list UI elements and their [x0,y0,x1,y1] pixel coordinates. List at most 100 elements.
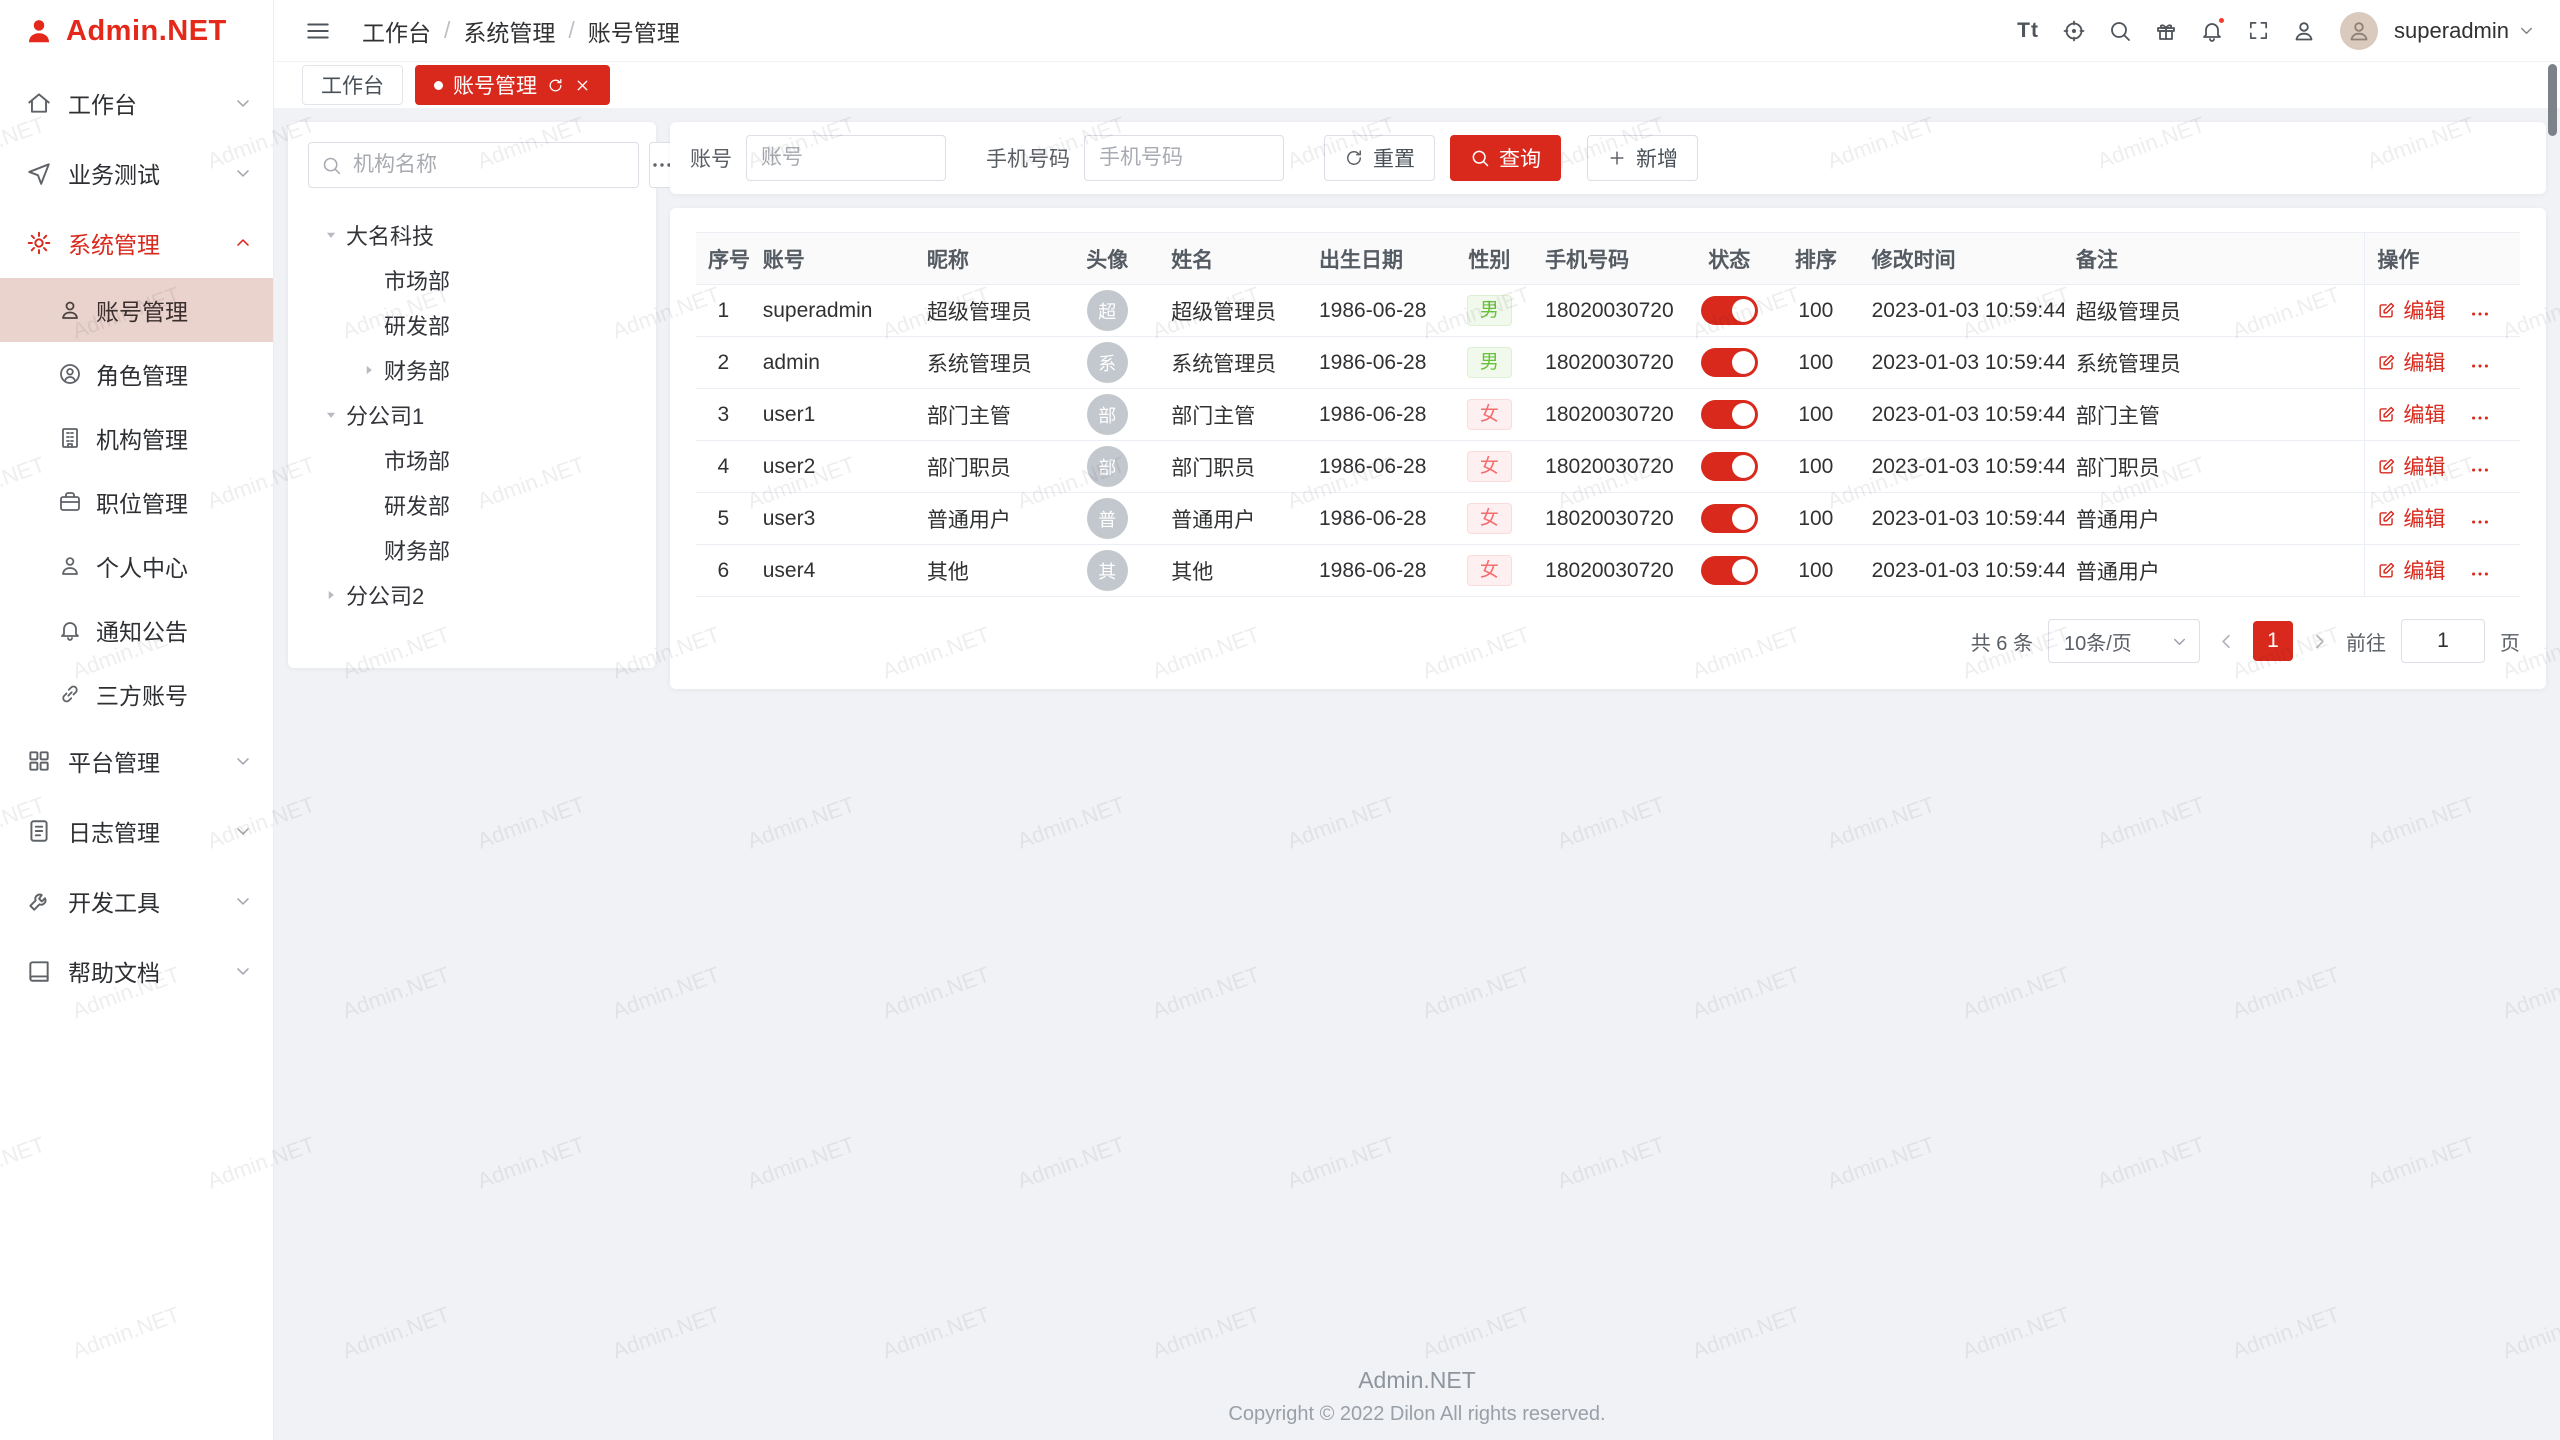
tree-node[interactable]: 财务部 [308,347,636,392]
search-button[interactable]: 查询 [1450,135,1561,181]
search-label: 查询 [1499,143,1541,173]
sidebar-item-third-account[interactable]: 三方账号 [0,662,273,726]
edit-button[interactable]: 编辑 [2377,399,2445,429]
search-icon[interactable] [2100,11,2140,51]
breadcrumb-item[interactable]: 账号管理 [588,14,680,48]
tree-node[interactable]: 市场部 [308,437,636,482]
caret-down-icon[interactable] [316,406,346,424]
chevron-down-icon[interactable] [2517,21,2536,40]
breadcrumb-item[interactable]: 工作台 [362,14,431,48]
more-actions-icon[interactable] [2469,303,2491,325]
breadcrumb-item[interactable]: 系统管理 [463,14,555,48]
theme-icon[interactable] [2146,11,2186,51]
sidebar-item-workbench[interactable]: 工作台 [0,68,273,138]
sidebar-item-business-test[interactable]: 业务测试 [0,138,273,208]
caret-down-icon[interactable] [316,226,346,244]
fullscreen-icon[interactable] [2238,11,2278,51]
status-toggle[interactable] [1701,348,1758,377]
bell-icon [58,618,82,642]
edit-button[interactable]: 编辑 [2377,295,2445,325]
cell-order: 100 [1772,285,1860,337]
sidebar-item-label: 角色管理 [96,357,188,391]
cell-remark: 超级管理员 [2064,285,2365,337]
bell-icon[interactable] [2192,11,2232,51]
more-actions-icon[interactable] [2469,355,2491,377]
tree-node[interactable]: 大名科技 [308,212,636,257]
sidebar-item-notice[interactable]: 通知公告 [0,598,273,662]
menu-collapse-icon[interactable] [298,11,338,51]
status-toggle[interactable] [1701,296,1758,325]
text-size-icon[interactable]: Tt [2008,11,2048,51]
sidebar-item-position-manage[interactable]: 职位管理 [0,470,273,534]
user-icon[interactable] [2284,11,2324,51]
edit-button[interactable]: 编辑 [2377,347,2445,377]
next-page-icon[interactable] [2308,630,2331,653]
account-input[interactable] [746,135,946,181]
home-icon [26,90,52,116]
sidebar-item-help-docs[interactable]: 帮助文档 [0,936,273,1006]
add-button[interactable]: 新增 [1587,135,1698,181]
tree-node[interactable]: 市场部 [308,257,636,302]
sidebar-item-role-manage[interactable]: 角色管理 [0,342,273,406]
cell-birth: 1986-06-28 [1307,285,1446,337]
avatar-char: 普 [1098,506,1116,532]
status-toggle[interactable] [1701,400,1758,429]
tree-node[interactable]: 财务部 [308,527,636,572]
user-avatar[interactable] [2340,12,2378,50]
more-actions-icon[interactable] [2469,511,2491,533]
chevron-down-icon [233,821,253,841]
page-number-button[interactable]: 1 [2253,621,2293,661]
tree-node[interactable]: 分公司2 [308,572,636,617]
dots-icon [2469,511,2491,533]
sidebar-item-account-manage[interactable]: 账号管理 [0,278,273,342]
sidebar-item-org-manage[interactable]: 机构管理 [0,406,273,470]
cell-index: 2 [696,337,751,389]
gear-icon [26,230,52,256]
edit-label: 编辑 [2403,555,2445,585]
tree-node[interactable]: 研发部 [308,302,636,347]
more-actions-icon[interactable] [2469,407,2491,429]
page-footer: Admin.NET Copyright © 2022 Dilon All rig… [274,1367,2560,1426]
sidebar-item-log-manage[interactable]: 日志管理 [0,796,273,866]
tree-node[interactable]: 研发部 [308,482,636,527]
status-toggle[interactable] [1701,504,1758,533]
prev-page-icon[interactable] [2215,630,2238,653]
edit-button[interactable]: 编辑 [2377,503,2445,533]
cell-nickname: 部门职员 [915,441,1055,493]
locate-icon[interactable] [2054,11,2094,51]
more-actions-icon[interactable] [2469,459,2491,481]
username[interactable]: superadmin [2394,18,2509,44]
sidebar-item-personal-center[interactable]: 个人中心 [0,534,273,598]
phone-input[interactable] [1084,135,1284,181]
scrollbar-thumb[interactable] [2548,64,2557,136]
chevron-down-icon [2517,21,2536,40]
cell-birth: 1986-06-28 [1307,389,1446,441]
sidebar-item-dev-tools[interactable]: 开发工具 [0,866,273,936]
edit-button[interactable]: 编辑 [2377,451,2445,481]
org-search-input[interactable] [351,152,626,178]
tree-node[interactable]: 分公司1 [308,392,636,437]
status-toggle[interactable] [1701,556,1758,585]
edit-button[interactable]: 编辑 [2377,555,2445,585]
sidebar-item-system-manage[interactable]: 系统管理 [0,208,273,278]
cell-modified: 2023-01-03 10:59:44 [1860,545,2064,597]
table-row: 4user2部门职员部部门职员1986-06-28女18020030720100… [696,441,2520,493]
goto-page-input[interactable] [2401,619,2485,663]
column-header: 姓名 [1159,233,1307,285]
tab-workbench[interactable]: 工作台 [302,65,403,105]
gender-badge: 女 [1467,503,1512,535]
tab-account-manage[interactable]: 账号管理 [415,65,610,105]
reset-button[interactable]: 重置 [1324,135,1435,181]
status-toggle[interactable] [1701,452,1758,481]
page-size-select[interactable]: 10条/页 [2048,619,2200,663]
sidebar-item-platform-manage[interactable]: 平台管理 [0,726,273,796]
app-logo[interactable]: Admin.NET [0,0,273,62]
caret-right-icon[interactable] [316,586,346,604]
caret-right-icon[interactable] [354,361,384,379]
log-icon [26,818,52,844]
more-actions-icon[interactable] [2469,563,2491,585]
column-header: 手机号码 [1533,233,1686,285]
cell-modified: 2023-01-03 10:59:44 [1860,493,2064,545]
cell-account: user4 [751,545,915,597]
gender-badge: 女 [1467,399,1512,431]
